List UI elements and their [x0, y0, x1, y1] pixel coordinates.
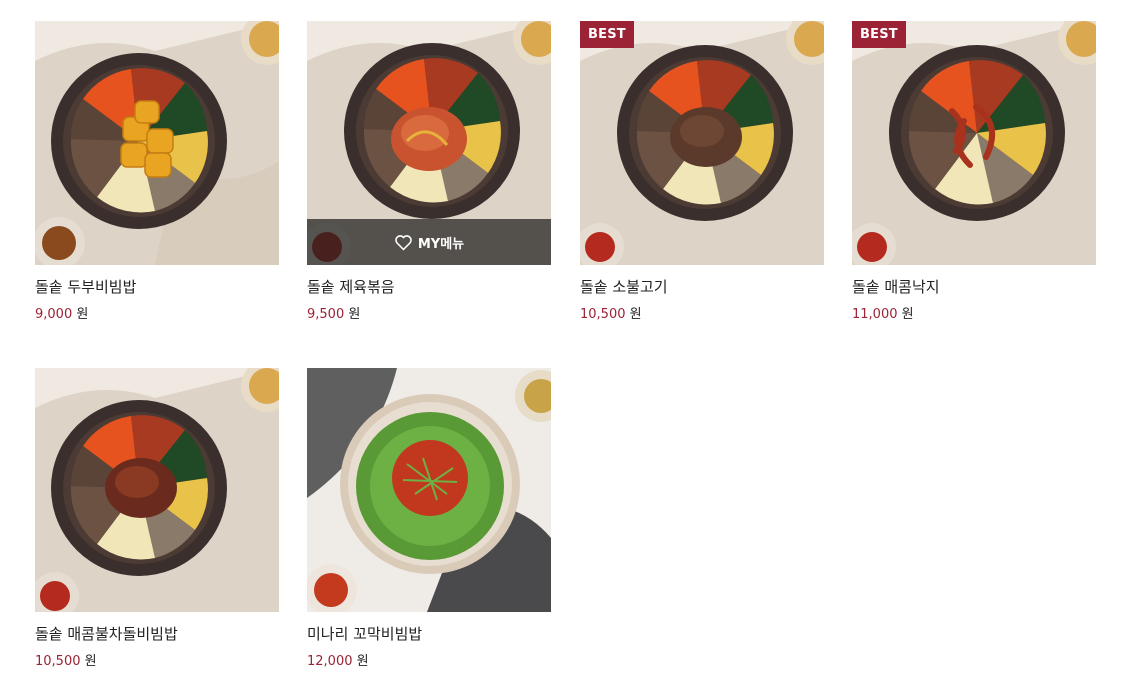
price-value: 9,500 [307, 307, 345, 322]
product-name[interactable]: 미나리 꼬막비빔밥 [307, 623, 422, 644]
my-menu-overlay[interactable]: MY메뉴 [307, 219, 551, 265]
best-badge: BEST [852, 21, 906, 48]
product-price: 9,000 원 [35, 303, 88, 322]
cockle-bibimbap-photo [307, 368, 551, 612]
product-price: 9,500 원 [307, 303, 360, 322]
product-image[interactable] [35, 21, 279, 265]
price-value: 10,500 [580, 307, 626, 322]
price-unit: 원 [629, 307, 642, 322]
price-value: 12,000 [307, 654, 353, 669]
product-name[interactable]: 돌솥 매콤낙지 [852, 276, 940, 297]
product-image[interactable]: BEST [852, 21, 1096, 265]
product-image[interactable]: BEST [580, 21, 824, 265]
heart-icon [395, 234, 412, 251]
product-price: 12,000 원 [307, 650, 369, 669]
product-name[interactable]: 돌솥 두부비빔밥 [35, 276, 136, 297]
product-name[interactable]: 돌솥 매콤불차돌비빔밥 [35, 623, 178, 644]
price-value: 10,500 [35, 654, 81, 669]
product-image[interactable] [307, 368, 551, 612]
product-price: 10,500 원 [580, 303, 642, 322]
price-unit: 원 [348, 307, 361, 322]
price-unit: 원 [356, 654, 369, 669]
best-badge: BEST [580, 21, 634, 48]
product-price: 11,000 원 [852, 303, 914, 322]
price-unit: 원 [901, 307, 914, 322]
product-image[interactable] [35, 368, 279, 612]
bibimbap-photo [35, 368, 279, 612]
price-unit: 원 [84, 654, 97, 669]
product-image[interactable]: MY메뉴 [307, 21, 551, 265]
bibimbap-photo [852, 21, 1096, 265]
price-value: 9,000 [35, 307, 73, 322]
my-menu-label: MY메뉴 [417, 236, 465, 252]
product-name[interactable]: 돌솥 소불고기 [580, 276, 668, 297]
product-price: 10,500 원 [35, 650, 97, 669]
bibimbap-photo [35, 21, 279, 265]
price-value: 11,000 [852, 307, 898, 322]
price-unit: 원 [76, 307, 89, 322]
product-name[interactable]: 돌솥 제육볶음 [307, 276, 395, 297]
bibimbap-photo [580, 21, 824, 265]
